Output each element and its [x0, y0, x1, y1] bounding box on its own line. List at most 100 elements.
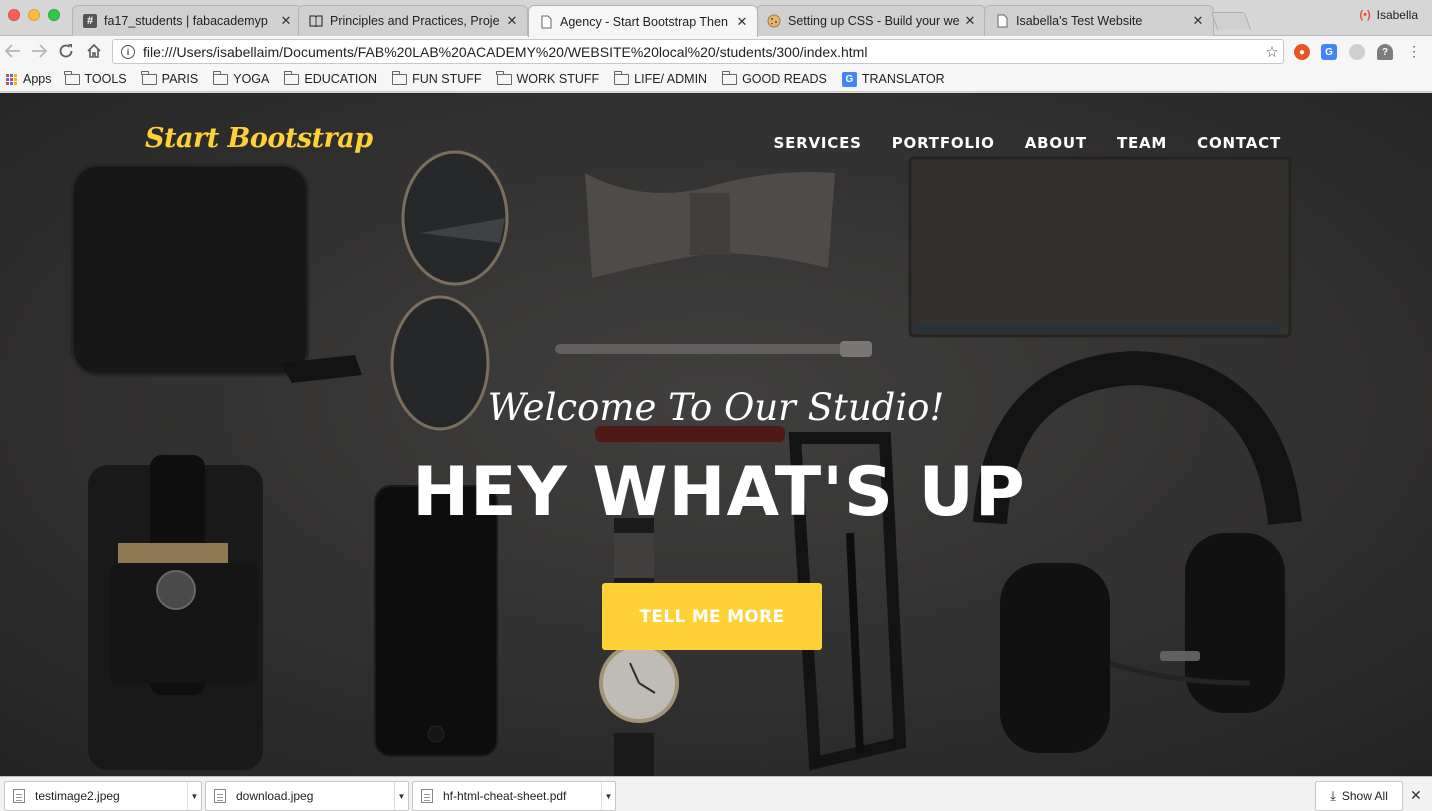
bookmark-label: PARIS — [161, 72, 199, 86]
tab-strip: # fa17_students | fabacademyp ✕ Principl… — [0, 0, 1432, 37]
apps-grid-icon — [6, 73, 17, 85]
address-bar[interactable]: i file:///Users/isabellaim/Documents/FAB… — [112, 39, 1284, 64]
document-icon — [995, 14, 1009, 28]
hero-background-image — [0, 93, 1432, 776]
close-tab-icon[interactable]: ✕ — [735, 14, 749, 30]
bookmark-label: Apps — [23, 72, 52, 86]
close-tab-icon[interactable]: ✕ — [505, 13, 519, 29]
file-icon — [421, 789, 433, 803]
nav-about[interactable]: ABOUT — [1025, 134, 1087, 152]
download-filename: hf-html-cheat-sheet.pdf — [443, 789, 567, 803]
download-item[interactable]: testimage2.jpeg ▼ — [4, 781, 202, 811]
show-all-label: Show All — [1341, 789, 1388, 803]
folder-icon — [721, 70, 738, 85]
tab-agency[interactable]: Agency - Start Bootstrap Then ✕ — [528, 5, 758, 37]
tab-title: Agency - Start Bootstrap Then — [560, 14, 728, 29]
forward-arrow-icon — [32, 44, 47, 58]
book-icon — [309, 14, 323, 28]
hash-icon: # — [83, 14, 97, 28]
file-icon — [13, 789, 25, 803]
bookmark-label: EDUCATION — [304, 72, 378, 86]
close-tab-icon[interactable]: ✕ — [963, 13, 977, 29]
chevron-down-icon[interactable]: ▼ — [187, 782, 201, 810]
download-shelf: testimage2.jpeg ▼ download.jpeg ▼ hf-htm… — [0, 776, 1432, 811]
tab-isabella-test[interactable]: Isabella's Test Website ✕ — [984, 5, 1214, 36]
chevron-down-icon[interactable]: ▼ — [394, 782, 408, 810]
page-viewport: Start Bootstrap SERVICES PORTFOLIO ABOUT… — [0, 93, 1432, 776]
download-filename: download.jpeg — [236, 789, 314, 803]
bookmark-folder-good-reads[interactable]: GOOD READS — [721, 70, 827, 86]
browser-toolbar: i file:///Users/isabellaim/Documents/FAB… — [0, 36, 1432, 67]
tab-fa17-students[interactable]: # fa17_students | fabacademyp ✕ — [72, 5, 302, 36]
info-icon[interactable]: i — [121, 44, 135, 59]
nav-services[interactable]: SERVICES — [774, 134, 862, 152]
close-icon[interactable]: ✕ — [1410, 787, 1422, 804]
nav-portfolio[interactable]: PORTFOLIO — [892, 134, 995, 152]
nav-team[interactable]: TEAM — [1117, 134, 1167, 152]
bookmark-label: YOGA — [233, 72, 270, 86]
window-close-button[interactable] — [8, 9, 20, 21]
bookmark-translator[interactable]: G TRANSLATOR — [841, 71, 945, 87]
profile-icon: (•) — [1359, 9, 1371, 21]
tab-title: Isabella's Test Website — [1016, 14, 1143, 28]
tab-title: fa17_students | fabacademyp — [104, 14, 268, 28]
show-all-downloads-button[interactable]: ⤓ Show All — [1315, 781, 1403, 811]
folder-icon — [391, 70, 408, 85]
reload-button[interactable] — [55, 40, 77, 62]
kebab-menu-icon: ⋮ — [1407, 42, 1421, 59]
forward-button[interactable] — [28, 40, 50, 62]
bookmark-folder-education[interactable]: EDUCATION — [284, 70, 378, 86]
bookmark-folder-paris[interactable]: PARIS — [141, 70, 199, 86]
bookmark-label: WORK STUFF — [516, 72, 600, 86]
bookmark-apps[interactable]: Apps — [0, 72, 52, 86]
window-zoom-button[interactable] — [48, 9, 60, 21]
home-button[interactable] — [83, 40, 105, 62]
tab-setting-up-css[interactable]: Setting up CSS - Build your we ✕ — [756, 5, 986, 36]
hero-lead-text: Welcome To Our Studio! — [487, 386, 945, 429]
folder-icon — [141, 70, 157, 85]
new-tab-button[interactable] — [1210, 12, 1252, 30]
tab-title: Principles and Practices, Proje — [330, 14, 500, 28]
profile-name: Isabella — [1376, 8, 1418, 22]
window-minimize-button[interactable] — [28, 9, 40, 21]
close-tab-icon[interactable]: ✕ — [1191, 13, 1205, 29]
folder-icon — [212, 70, 229, 85]
bookmark-folder-yoga[interactable]: YOGA — [212, 70, 270, 86]
hero-heading: HEY WHAT'S UP — [412, 453, 1026, 532]
download-item[interactable]: download.jpeg ▼ — [205, 781, 409, 811]
nav-contact[interactable]: CONTACT — [1197, 134, 1281, 152]
bookmark-folder-tools[interactable]: TOOLS — [64, 70, 127, 86]
folder-icon — [613, 70, 630, 85]
extension-grey-icon[interactable] — [1349, 44, 1365, 60]
back-arrow-icon — [5, 44, 20, 58]
bookmark-label: FUN STUFF — [412, 72, 482, 86]
extension-translate-icon[interactable]: G — [1321, 44, 1337, 60]
url-text: file:///Users/isabellaim/Documents/FAB%2… — [143, 43, 868, 60]
bookmark-folder-life-admin[interactable]: LIFE/ ADMIN — [613, 70, 708, 86]
profile-button[interactable]: (•) Isabella — [1359, 8, 1418, 22]
document-icon — [539, 15, 553, 29]
back-button[interactable] — [2, 40, 24, 62]
extension-cloud-icon[interactable]: ? — [1377, 44, 1393, 60]
bookmark-label: LIFE/ ADMIN — [634, 72, 708, 86]
site-nav: SERVICES PORTFOLIO ABOUT TEAM CONTACT — [744, 134, 1281, 152]
chevron-down-icon[interactable]: ▼ — [601, 782, 615, 810]
bookmarks-bar: Apps TOOLS PARIS YOGA EDUCATION FUN STUF… — [0, 67, 1432, 92]
bookmark-label: GOOD READS — [742, 72, 827, 86]
download-item[interactable]: hf-html-cheat-sheet.pdf ▼ — [412, 781, 616, 811]
folder-icon — [64, 70, 80, 85]
bookmark-folder-fun-stuff[interactable]: FUN STUFF — [391, 70, 482, 86]
tab-principles[interactable]: Principles and Practices, Proje ✕ — [298, 5, 528, 36]
site-brand-logo[interactable]: Start Bootstrap — [145, 123, 373, 154]
bookmark-label: TOOLS — [84, 72, 127, 86]
menu-button[interactable]: ⋮ — [1403, 40, 1425, 62]
home-icon — [87, 43, 101, 58]
close-tab-icon[interactable]: ✕ — [279, 13, 293, 29]
tell-me-more-button[interactable]: TELL ME MORE — [602, 583, 822, 650]
file-icon — [214, 789, 226, 803]
folder-icon — [496, 70, 512, 85]
extension-fire-icon[interactable]: ● — [1294, 44, 1310, 60]
cookie-icon — [767, 14, 781, 28]
bookmark-star-icon[interactable]: ☆ — [1261, 43, 1283, 61]
bookmark-folder-work-stuff[interactable]: WORK STUFF — [496, 70, 600, 86]
